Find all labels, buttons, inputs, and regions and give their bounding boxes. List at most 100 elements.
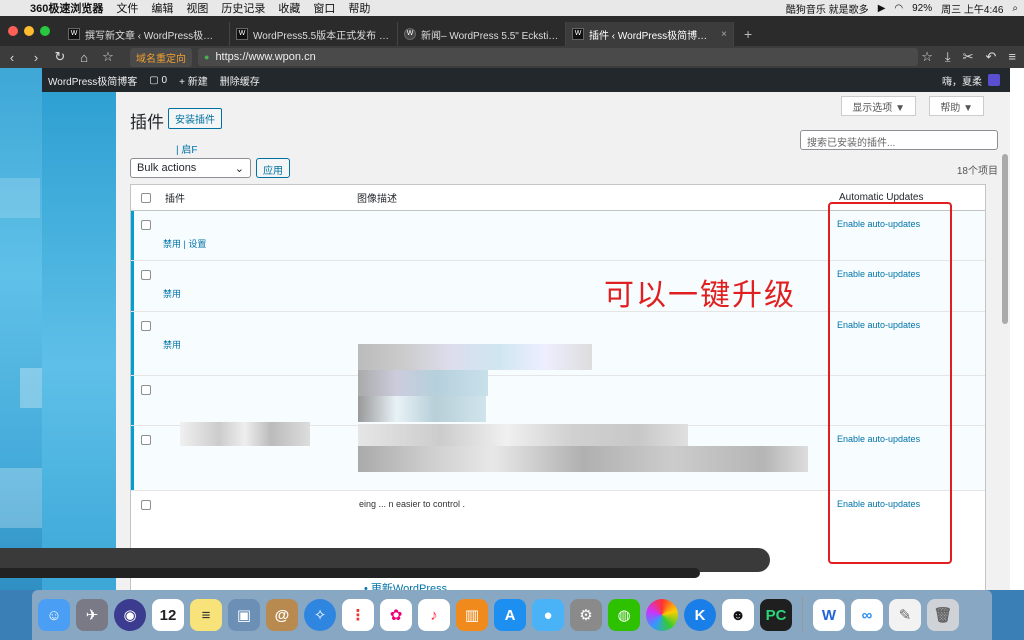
active-indicator [131,376,134,425]
tab-wp55-release[interactable]: W WordPress5.5版本正式发布 - Word [230,22,398,46]
update-wordpress-link[interactable]: • 更新WordPress [364,580,447,590]
undo-icon[interactable]: ↶ [986,49,997,65]
comments-count[interactable]: ▢ 0 [149,75,167,86]
wp-favicon-icon: W [572,28,584,40]
tab-title: 撰写新文章 ‹ WordPress极简博客 — [85,30,223,42]
wordpress-logo-icon: W [404,28,416,40]
row-actions[interactable]: 禁用 | 设置 [163,237,206,250]
add-plugin-button[interactable]: 安装插件 [168,108,222,129]
appstore-icon[interactable]: A [494,599,526,631]
textedit-icon[interactable]: ✎ [889,599,921,631]
pycharm-icon[interactable]: PC [760,599,792,631]
reload-icon[interactable]: ↻ [48,49,72,65]
kugou-icon[interactable]: K [684,599,716,631]
plugin-search-input[interactable]: 搜索已安装的插件... [800,130,998,150]
new-tab-icon[interactable]: + [744,26,752,42]
forward-icon[interactable]: › [24,50,48,65]
row-checkbox[interactable] [141,500,151,510]
row-actions[interactable]: 禁用 [163,338,181,351]
row-checkbox[interactable] [141,321,151,331]
row-checkbox[interactable] [141,385,151,395]
pinwheel-icon[interactable] [646,599,678,631]
photos-icon[interactable]: ✿ [380,599,412,631]
select-all-checkbox[interactable] [141,192,151,203]
messages-icon[interactable]: ● [532,599,564,631]
menu-file[interactable]: 文件 [116,0,138,16]
row-actions[interactable]: 禁用 [163,287,181,300]
apply-button[interactable]: 应用 [256,158,290,178]
settings-icon[interactable]: ⚙ [570,599,602,631]
tab-write-post[interactable]: W 撰写新文章 ‹ WordPress极简博客 — [62,22,230,46]
finder-icon[interactable]: ☺ [38,599,70,631]
contacts-icon[interactable]: @ [266,599,298,631]
screen-options-button[interactable]: 显示选项 ▼ [841,96,916,116]
blur-block [0,178,40,218]
wp-favicon-icon: W [236,28,248,40]
background-code-window [1010,68,1024,590]
clock[interactable]: 周三 上午4:46 [941,1,1003,16]
qq-icon[interactable]: ☻ [722,599,754,631]
row-checkbox[interactable] [141,435,151,445]
macos-dock: ☺ ✈ ◉ 12 ≡ ▣ @ ✧ ⋮ ✿ ♪ ▥ A ● ⚙ ◍ K ☻ PC … [32,590,992,640]
wechat-icon[interactable]: ◍ [608,599,640,631]
wps-icon[interactable]: W [813,599,845,631]
menu-help[interactable]: 帮助 [348,0,370,16]
menu-app-name[interactable]: 360极速浏览器 [30,0,103,16]
menu-history[interactable]: 历史记录 [221,0,265,16]
zoom-window-icon[interactable] [40,26,50,36]
menu-edit[interactable]: 编辑 [151,0,173,16]
baidunetdisk-icon[interactable]: ∞ [851,599,883,631]
play-icon[interactable]: ▶ [878,3,886,14]
notes-icon[interactable]: ≡ [190,599,222,631]
row-description: eing ... n easier to control . [359,499,466,509]
close-window-icon[interactable] [8,26,18,36]
menu-window[interactable]: 窗口 [313,0,335,16]
home-icon[interactable]: ⌂ [72,50,96,65]
music-icon[interactable]: ♪ [418,599,450,631]
plugin-filter-links[interactable]: | 启F [176,141,197,156]
item-count: 18个项目 [956,166,998,177]
now-playing[interactable]: 酷狗音乐 就是歌多 [786,1,869,16]
help-button[interactable]: 帮助 ▼ [929,96,984,116]
battery-label[interactable]: 92% [912,3,932,14]
mosaic-strip [358,446,808,472]
scissors-icon[interactable]: ✂ [963,49,974,65]
siri-icon[interactable]: ◉ [114,599,146,631]
launchpad-icon[interactable]: ✈ [76,599,108,631]
clear-cache[interactable]: 删除缓存 [220,73,260,88]
active-indicator [131,261,134,311]
bookmark-star-icon[interactable]: ☆ [96,49,120,65]
menu-favorites[interactable]: 收藏 [278,0,300,16]
new-content[interactable]: + 新建 [179,73,208,88]
trash-icon[interactable]: 🗑 [927,599,959,631]
page-scrollbar[interactable] [1002,154,1008,324]
star-icon[interactable]: ☆ [921,49,933,65]
minimize-window-icon[interactable] [24,26,34,36]
calendar-icon[interactable]: 12 [152,599,184,631]
new-label: 新建 [187,76,208,88]
redirect-badge[interactable]: 域名重定向 [130,47,192,67]
row-checkbox[interactable] [141,270,151,280]
status-area: 酷狗音乐 就是歌多 ▶ ◠ 92% 周三 上午4:46 ⌕ [786,0,1018,16]
close-tab-icon[interactable]: × [721,29,727,40]
download-icon[interactable]: ⤓ [945,49,951,65]
menu-view[interactable]: 视图 [186,0,208,16]
address-bar[interactable]: ● https://www.wpon.cn [198,48,918,66]
tab-news[interactable]: W 新闻– WordPress 5.5" Eckstine" - [398,22,566,46]
col-plugin[interactable]: 插件 [165,190,357,205]
tab-plugins[interactable]: W 插件 ‹ WordPress极简博客 — W × [566,22,734,46]
search-icon[interactable]: ⌕ [1012,3,1018,14]
bulk-actions-select[interactable]: Bulk actions ⌄ [130,158,251,178]
books-icon[interactable]: ▥ [456,599,488,631]
toolbar-right: ☆ ⤓ ✂ ↶ ≡ [921,49,1016,65]
upgrade-callout: 可以一键升级 [604,278,796,313]
row-checkbox[interactable] [141,220,151,230]
account-menu[interactable]: 嗨，夏柔 [942,73,1000,88]
menu-icon[interactable]: ≡ [1008,49,1016,65]
wifi-icon[interactable]: ◠ [894,3,903,14]
reminders-icon[interactable]: ⋮ [342,599,374,631]
site-name[interactable]: WordPress极简博客 [48,73,137,88]
back-icon[interactable]: ‹ [0,50,24,65]
safari-icon[interactable]: ✧ [304,599,336,631]
preview-icon[interactable]: ▣ [228,599,260,631]
